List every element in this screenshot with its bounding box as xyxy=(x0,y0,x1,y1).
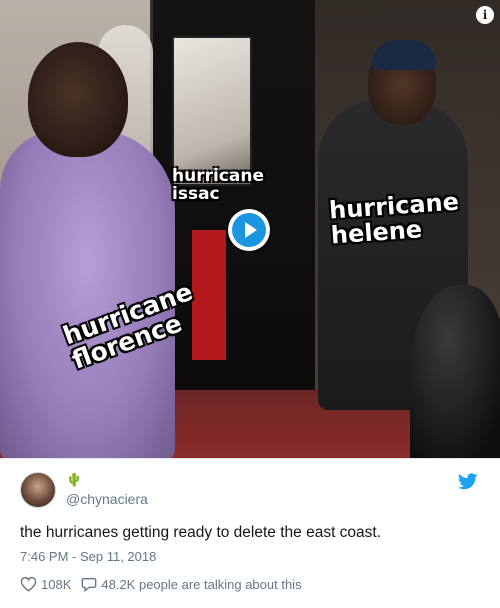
info-icon[interactable]: i xyxy=(476,6,494,24)
play-icon xyxy=(232,213,266,247)
background-poster xyxy=(172,36,252,186)
speech-bubble-icon xyxy=(82,578,97,592)
figure-foreground xyxy=(410,285,500,458)
figure-cap xyxy=(372,40,436,70)
like-count: 108K xyxy=(41,576,72,592)
red-banner xyxy=(192,230,226,360)
talking-button[interactable]: 48.2K people are talking about this xyxy=(81,576,302,592)
tweet-text: the hurricanes getting ready to delete t… xyxy=(20,524,382,541)
user-handle[interactable]: @chynaciera xyxy=(66,491,148,507)
twitter-bird-icon[interactable] xyxy=(458,473,478,490)
cactus-emoji-icon: 🌵 xyxy=(66,472,83,488)
label-hurricane-helene: hurricane helene xyxy=(328,187,460,250)
tweet-author[interactable]: 🌵 @chynaciera xyxy=(20,468,148,512)
heart-icon xyxy=(20,576,37,592)
like-button[interactable]: 108K xyxy=(20,576,71,592)
play-button[interactable] xyxy=(228,209,270,251)
tweet-timestamp[interactable]: 7:46 PM - Sep 11, 2018 xyxy=(20,549,156,564)
talking-count: 48.2K people are talking about this xyxy=(101,576,302,592)
label-hurricane-issac: hurricane issac xyxy=(172,166,264,204)
avatar[interactable] xyxy=(20,472,56,508)
tweet-actions: 108K 48.2K people are talking about this xyxy=(20,576,312,592)
user-block: 🌵 @chynaciera xyxy=(66,472,148,507)
play-triangle xyxy=(244,222,257,238)
divider xyxy=(0,458,500,459)
figure-head xyxy=(28,42,128,157)
tweet-video[interactable]: hurricane issac hurricane helene hurrica… xyxy=(0,0,500,458)
